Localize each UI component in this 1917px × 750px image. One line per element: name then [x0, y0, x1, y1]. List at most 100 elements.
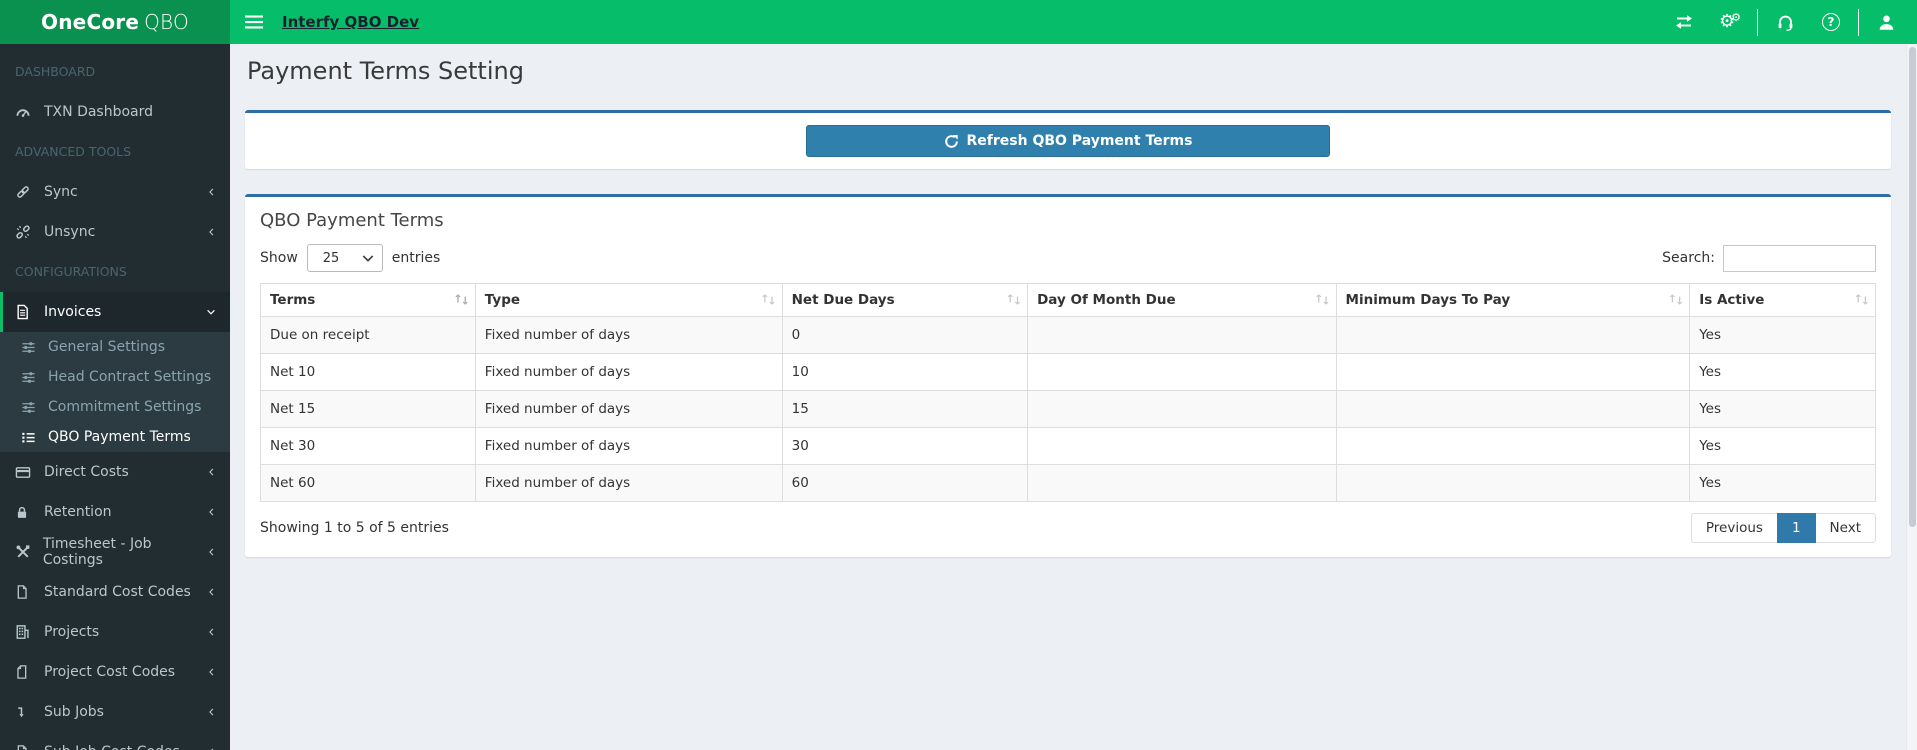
brand-name-bold: OneCore	[41, 10, 140, 34]
sidebar-item-sub-jobs[interactable]: Sub Jobs	[0, 692, 230, 732]
sidebar-item-commitment-settings[interactable]: Commitment Settings	[0, 392, 230, 422]
table-controls: Show 25 entries Search:	[260, 244, 1876, 272]
help-button[interactable]: ?	[1808, 0, 1854, 44]
cell-type: Fixed number of days	[474, 427, 783, 465]
broken-chain-icon	[15, 224, 35, 240]
chain-link-icon	[15, 184, 35, 200]
sidebar-item-txn-dashboard[interactable]: TXN Dashboard	[0, 92, 230, 132]
sidebar-item-unsync[interactable]: Unsync	[0, 212, 230, 252]
pagination-next-button[interactable]: Next	[1814, 513, 1876, 543]
pagination-page-1-button[interactable]: 1	[1776, 513, 1816, 543]
cell-minimum-days-to-pay	[1335, 427, 1690, 465]
invoices-submenu: General Settings Head Contract Settings …	[0, 332, 230, 452]
table-info: Showing 1 to 5 of 5 entries	[260, 520, 449, 536]
level-down-arrow-icon	[15, 704, 35, 720]
cell-terms: Net 10	[260, 353, 476, 391]
sidebar-section-configurations: CONFIGURATIONS	[15, 264, 127, 279]
hamburger-icon	[245, 15, 263, 29]
navbar-right-icons: ⚙ ⚙ ?	[1661, 0, 1917, 44]
column-header-type[interactable]: Type ↑ ↓	[474, 283, 783, 317]
column-header-day-of-month-due[interactable]: Day Of Month Due ↑ ↓	[1027, 283, 1337, 317]
cell-minimum-days-to-pay	[1335, 353, 1690, 391]
table-row: Net 15 Fixed number of days 15 Yes	[260, 390, 1876, 428]
sidebar-item-timesheet-job-costings[interactable]: Timesheet - Job Costings	[0, 532, 230, 572]
cell-minimum-days-to-pay	[1335, 390, 1690, 428]
sidebar-item-invoices[interactable]: Invoices	[0, 292, 230, 332]
pagination-previous-button[interactable]: Previous	[1690, 513, 1778, 543]
sidebar-item-standard-cost-codes[interactable]: Standard Cost Codes	[0, 572, 230, 612]
search-input[interactable]	[1723, 244, 1876, 272]
question-circle-icon: ?	[1822, 13, 1840, 31]
sort-icon: ↑ ↓	[760, 292, 777, 308]
transactions-exchange-button[interactable]	[1661, 0, 1707, 44]
sort-icon: ↑ ↓	[1314, 292, 1331, 308]
chevron-left-icon	[206, 586, 217, 598]
sliders-icon	[21, 340, 39, 355]
cell-day-of-month-due	[1027, 390, 1337, 428]
cell-minimum-days-to-pay	[1335, 316, 1690, 354]
navbar-divider	[1757, 8, 1758, 36]
cell-day-of-month-due	[1027, 464, 1337, 502]
credit-card-icon	[15, 464, 35, 480]
search-label: Search:	[1662, 250, 1715, 266]
table-row: Due on receipt Fixed number of days 0 Ye…	[260, 316, 1876, 354]
page-length-control: Show 25 entries	[260, 244, 440, 272]
table-header-row: Terms ↑ ↓ Type ↑ ↓ Net Due Days ↑ ↓ Day Of Mon…	[260, 283, 1876, 317]
gear-small-icon: ⚙	[1731, 11, 1741, 24]
table-footer: Showing 1 to 5 of 5 entries Previous 1 N…	[260, 513, 1876, 543]
sidebar-item-sub-job-cost-codes[interactable]: Sub Job Cost Codes	[0, 732, 230, 750]
cell-type: Fixed number of days	[474, 390, 783, 428]
environment-link[interactable]: Interfy QBO Dev	[282, 13, 419, 31]
cell-day-of-month-due	[1027, 353, 1337, 391]
panel-title: QBO Payment Terms	[260, 210, 444, 231]
column-header-minimum-days-to-pay[interactable]: Minimum Days To Pay ↑ ↓	[1335, 283, 1690, 317]
cell-net-due-days: 60	[781, 464, 1028, 502]
cell-net-due-days: 0	[781, 316, 1028, 354]
show-label: Show	[260, 250, 298, 266]
column-header-terms[interactable]: Terms ↑ ↓	[260, 283, 476, 317]
scrollbar-thumb[interactable]	[1908, 47, 1916, 527]
sidebar-toggle-button[interactable]	[230, 0, 278, 44]
sidebar-item-qbo-payment-terms[interactable]: QBO Payment Terms	[0, 422, 230, 452]
support-button[interactable]	[1762, 0, 1808, 44]
cell-type: Fixed number of days	[474, 464, 783, 502]
top-header: OneCore QBO Interfy QBO Dev ⚙ ⚙ ?	[0, 0, 1917, 44]
sidebar-item-sync[interactable]: Sync	[0, 172, 230, 212]
brand-name-light: QBO	[144, 10, 189, 34]
cell-is-active: Yes	[1689, 464, 1876, 502]
sidebar-item-projects[interactable]: Projects	[0, 612, 230, 652]
scrollbar-track[interactable]	[1906, 44, 1917, 750]
chevron-left-icon	[206, 666, 217, 678]
cell-terms: Net 30	[260, 427, 476, 465]
refresh-icon	[944, 134, 959, 149]
page-length-select[interactable]: 25	[306, 244, 383, 272]
brand-logo[interactable]: OneCore QBO	[0, 0, 230, 44]
column-header-is-active[interactable]: Is Active ↑ ↓	[1689, 283, 1876, 317]
sliders-icon	[21, 400, 39, 415]
settings-gears-button[interactable]: ⚙ ⚙	[1707, 0, 1753, 44]
tools-icon	[15, 544, 34, 560]
user-profile-button[interactable]	[1863, 0, 1909, 44]
refresh-panel: Refresh QBO Payment Terms	[245, 110, 1891, 169]
lock-icon	[15, 504, 35, 520]
entries-label: entries	[391, 250, 441, 266]
cell-net-due-days: 30	[781, 427, 1028, 465]
sidebar-item-retention[interactable]: Retention	[0, 492, 230, 532]
sidebar-item-head-contract-settings[interactable]: Head Contract Settings	[0, 362, 230, 392]
cell-day-of-month-due	[1027, 316, 1337, 354]
sidebar-item-project-cost-codes[interactable]: Project Cost Codes	[0, 652, 230, 692]
qbo-payment-terms-panel: QBO Payment Terms Show 25 entries Search…	[245, 194, 1891, 557]
chevron-down-icon	[205, 306, 217, 318]
refresh-qbo-payment-terms-button[interactable]: Refresh QBO Payment Terms	[806, 125, 1330, 157]
main-content: Payment Terms Setting Refresh QBO Paymen…	[230, 44, 1917, 750]
cell-terms: Net 15	[260, 390, 476, 428]
sidebar-item-direct-costs[interactable]: Direct Costs	[0, 452, 230, 492]
cell-is-active: Yes	[1689, 353, 1876, 391]
page-icon	[15, 664, 35, 680]
chevron-left-icon	[206, 626, 217, 638]
column-header-net-due-days[interactable]: Net Due Days ↑ ↓	[781, 283, 1028, 317]
file-icon	[15, 744, 35, 750]
chevron-left-icon	[206, 706, 217, 718]
sliders-icon	[21, 370, 39, 385]
sidebar-item-general-settings[interactable]: General Settings	[0, 332, 230, 362]
